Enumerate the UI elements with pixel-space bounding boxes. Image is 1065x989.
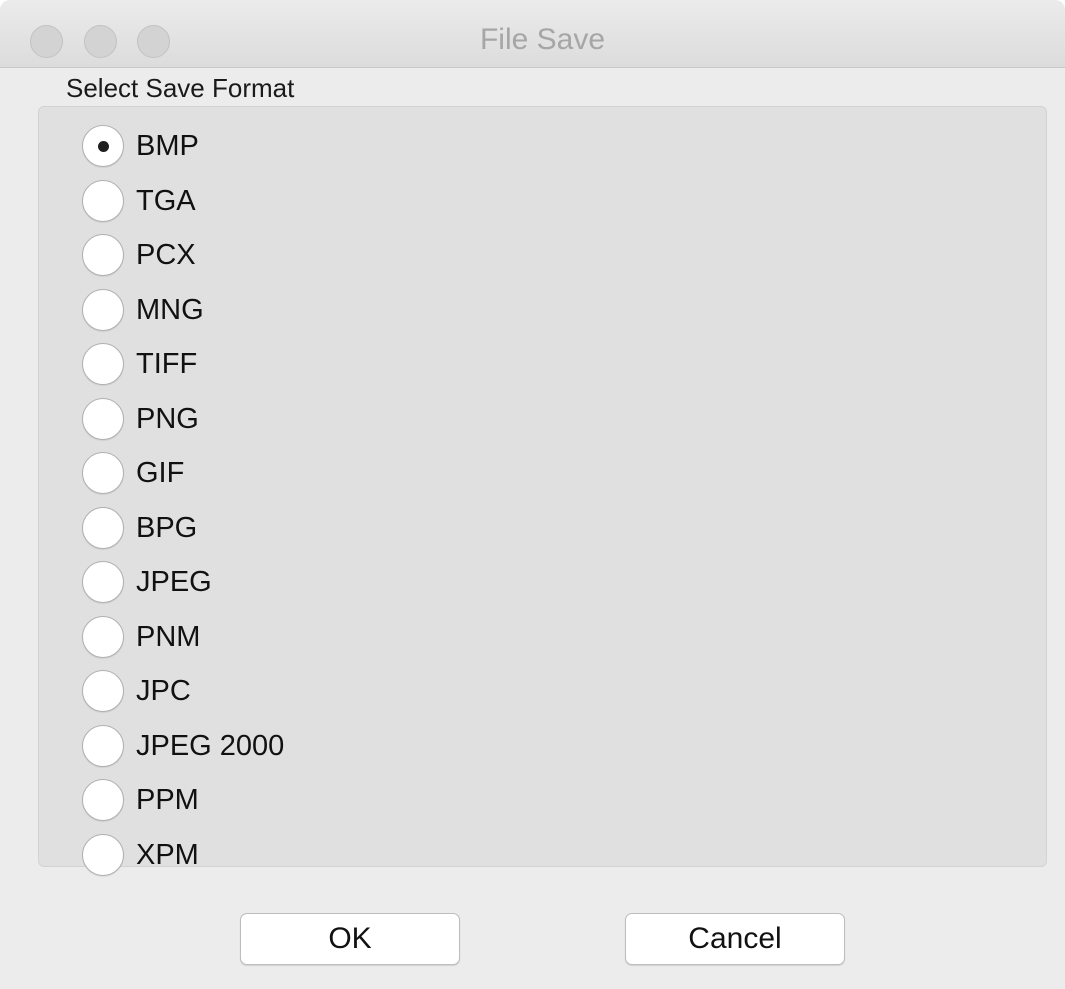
radio-button[interactable] [82,179,124,222]
radio-option-mng[interactable]: MNG [82,283,284,338]
radio-label: PNM [136,620,201,653]
radio-button[interactable] [82,397,124,440]
cancel-button[interactable]: Cancel [625,913,845,965]
radio-button[interactable] [82,670,124,713]
radio-label: TIFF [136,348,198,381]
radio-option-jpeg-2000[interactable]: JPEG 2000 [82,719,284,774]
radio-option-pcx[interactable]: PCX [82,228,284,283]
radio-button[interactable] [82,724,124,767]
radio-label: TGA [136,184,196,217]
radio-option-pnm[interactable]: PNM [82,610,284,665]
radio-option-tiff[interactable]: TIFF [82,337,284,392]
radio-button[interactable] [82,833,124,876]
radio-label: JPEG 2000 [136,729,285,762]
radio-label: BMP [136,130,199,163]
radio-label: XPM [136,838,199,871]
radio-label: MNG [136,293,204,326]
window-title: File Save [479,23,606,56]
radio-label: PPM [136,784,199,817]
radio-button[interactable] [82,779,124,822]
title-bar: File Save [0,0,1065,68]
radio-button[interactable] [82,506,124,549]
radio-button[interactable] [82,234,124,277]
radio-option-png[interactable]: PNG [82,392,284,447]
radio-option-jpc[interactable]: JPC [82,664,284,719]
format-radio-list: BMP TGA PCX MNG TIFF PNG GIF BPG JPEG PN… [82,119,284,882]
radio-label: PNG [136,402,199,435]
radio-button[interactable] [82,615,124,658]
ok-button[interactable]: OK [240,913,460,965]
radio-label: JPEG [136,566,212,599]
file-save-dialog: File Save Select Save Format BMP TGA PCX… [0,0,1065,989]
radio-option-ppm[interactable]: PPM [82,773,284,828]
radio-option-bpg[interactable]: BPG [82,501,284,556]
radio-option-bmp[interactable]: BMP [82,119,284,174]
radio-label: PCX [136,239,196,272]
radio-label: GIF [136,457,185,490]
radio-option-tga[interactable]: TGA [82,174,284,229]
radio-button[interactable] [82,343,124,386]
format-group-label: Select Save Format [66,73,295,103]
radio-option-jpeg[interactable]: JPEG [82,555,284,610]
radio-button[interactable] [82,288,124,331]
radio-button[interactable] [82,125,124,168]
radio-label: BPG [136,511,198,544]
radio-button[interactable] [82,452,124,495]
radio-button[interactable] [82,561,124,604]
radio-label: JPC [136,675,191,708]
radio-option-xpm[interactable]: XPM [82,828,284,883]
radio-option-gif[interactable]: GIF [82,446,284,501]
